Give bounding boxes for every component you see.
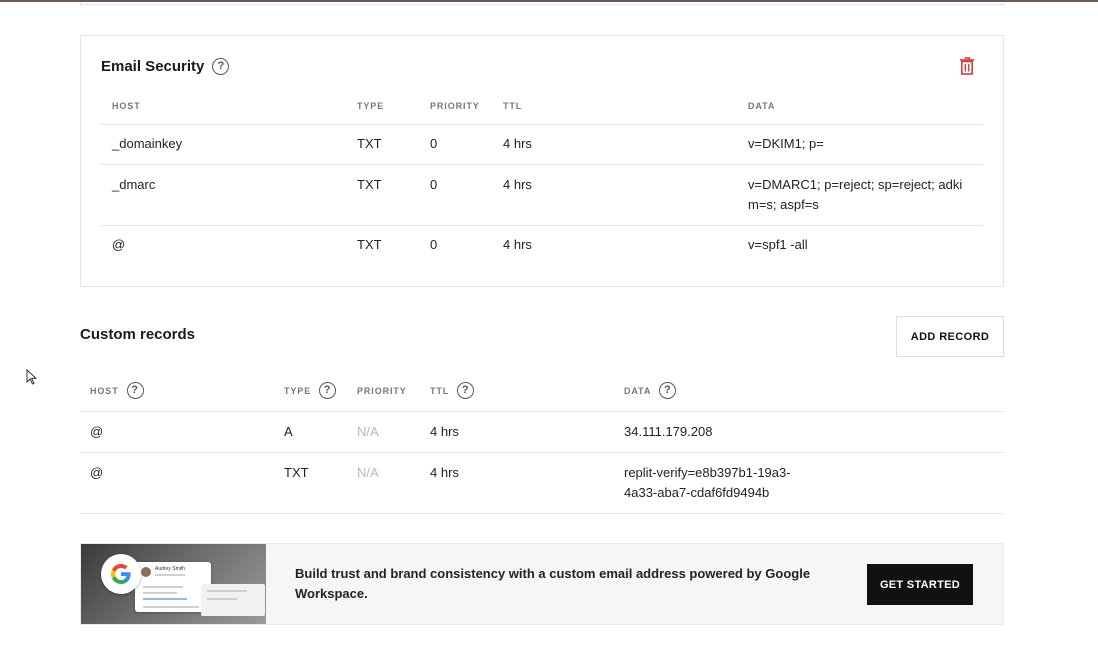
help-icon[interactable]: ? [126, 382, 144, 399]
previous-card-edge [80, 2, 1004, 5]
row-divider [101, 225, 983, 226]
record-host: @ [90, 465, 104, 480]
record-ttl: 4 hrs [430, 465, 459, 480]
record-data-line-2: 4a33-aba7-cdaf6fd9494b [624, 485, 770, 500]
mock-email-card: Audrey Smith [135, 562, 211, 612]
add-record-button[interactable]: ADD RECORD [896, 316, 1004, 357]
record-data: 34.111.179.208 [624, 424, 713, 439]
avatar [141, 567, 151, 577]
mock-text-line [207, 598, 237, 600]
record-data: v=spf1 -all [748, 237, 808, 252]
record-host: @ [112, 237, 126, 252]
record-priority: 0 [430, 237, 438, 252]
mock-text-line [143, 592, 177, 594]
column-header-type: TYPE ? [284, 382, 337, 399]
record-priority: 0 [430, 136, 438, 151]
mock-text-line [143, 606, 199, 608]
record-type: TXT [357, 237, 382, 252]
row-divider [80, 513, 1004, 514]
trash-icon[interactable] [959, 56, 975, 76]
help-icon[interactable]: ? [659, 382, 677, 399]
email-security-card: Email Security ? HOST TYPE PRIORITY TTL … [80, 35, 1004, 287]
record-ttl: 4 hrs [503, 136, 532, 151]
record-data-line-1: v=DMARC1; p=reject; sp=reject; adki [748, 177, 963, 192]
mock-contact-name: Audrey Smith [155, 566, 186, 572]
row-divider [80, 411, 1004, 412]
google-g-icon [111, 564, 131, 584]
record-host: _domainkey [112, 136, 183, 151]
google-workspace-banner: Audrey Smith Build trust and brand consi… [80, 543, 1004, 625]
mock-text-line [143, 586, 183, 588]
column-header-data-label: DATA [624, 385, 652, 396]
record-type: TXT [357, 177, 382, 192]
mock-text-line [207, 590, 247, 592]
record-ttl: 4 hrs [503, 237, 532, 252]
help-icon[interactable]: ? [319, 382, 337, 399]
record-data: v=DKIM1; p= [748, 136, 824, 151]
mouse-pointer-icon [26, 369, 38, 385]
column-header-priority: PRIORITY [357, 386, 407, 396]
record-ttl: 4 hrs [503, 177, 532, 192]
record-priority: 0 [430, 177, 438, 192]
email-security-header: Email Security ? [101, 58, 230, 75]
record-priority: N/A [357, 465, 379, 480]
google-logo-icon [101, 554, 141, 594]
column-header-type-label: TYPE [284, 385, 312, 396]
mock-panel [201, 584, 265, 616]
workspace-promo-image: Audrey Smith [81, 544, 266, 624]
row-divider [101, 124, 983, 125]
column-header-host: HOST [112, 101, 141, 111]
column-header-type: TYPE [357, 101, 385, 111]
column-header-priority: PRIORITY [430, 101, 480, 111]
column-header-data: DATA [748, 101, 776, 111]
record-type: A [284, 424, 293, 439]
record-data-line-1: replit-verify=e8b397b1-19a3- [624, 465, 791, 480]
mock-text-line [155, 574, 185, 576]
custom-records-title: Custom records [80, 326, 196, 343]
column-header-priority-label: PRIORITY [357, 386, 407, 396]
help-icon[interactable]: ? [457, 382, 475, 399]
banner-message: Build trust and brand consistency with a… [295, 566, 811, 601]
row-divider [80, 452, 1004, 453]
record-ttl: 4 hrs [430, 424, 459, 439]
column-header-ttl: TTL ? [430, 382, 475, 399]
column-header-data: DATA ? [624, 382, 677, 399]
column-header-host-label: HOST [90, 385, 119, 396]
email-security-title: Email Security [101, 58, 205, 75]
column-header-ttl-label: TTL [430, 385, 450, 396]
mock-text-line [143, 598, 187, 600]
column-header-host: HOST ? [90, 382, 144, 399]
row-divider [101, 164, 983, 165]
help-icon[interactable]: ? [212, 58, 230, 75]
column-header-ttl: TTL [503, 101, 523, 111]
record-priority: N/A [357, 424, 379, 439]
record-host: @ [90, 424, 104, 439]
record-type: TXT [357, 136, 382, 151]
record-data-line-2: m=s; aspf=s [748, 197, 819, 212]
record-type: TXT [284, 465, 309, 480]
record-host: _dmarc [112, 177, 156, 192]
get-started-button[interactable]: GET STARTED [867, 564, 973, 605]
